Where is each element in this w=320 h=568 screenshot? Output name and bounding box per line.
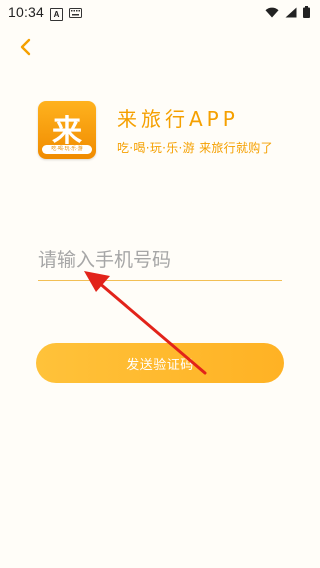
- logo-character: 来: [52, 114, 82, 149]
- wifi-icon: [265, 5, 279, 23]
- status-left-icons: A: [50, 5, 82, 23]
- send-code-button[interactable]: 发送验证码: [36, 343, 284, 383]
- app-title: 来旅行APP: [117, 107, 239, 131]
- chevron-left-icon: [20, 38, 31, 56]
- logo-subtitle: 吃·喝·玩·乐·游: [42, 145, 92, 154]
- app-logo: 来 吃·喝·玩·乐·游: [38, 101, 96, 159]
- phone-number-input[interactable]: [38, 240, 282, 281]
- status-right-icons: [265, 5, 310, 23]
- battery-icon: [303, 5, 310, 23]
- app-tagline: 吃·喝·玩·乐·游 来旅行就购了: [117, 141, 273, 155]
- status-time: 10:34: [8, 4, 45, 20]
- back-button[interactable]: [14, 36, 36, 58]
- keyboard-icon: [69, 5, 82, 23]
- notification-a-icon: A: [50, 7, 63, 21]
- annotation-arrow: [84, 271, 207, 375]
- status-bar: 10:34 A: [0, 0, 320, 24]
- cellular-signal-icon: [285, 5, 297, 23]
